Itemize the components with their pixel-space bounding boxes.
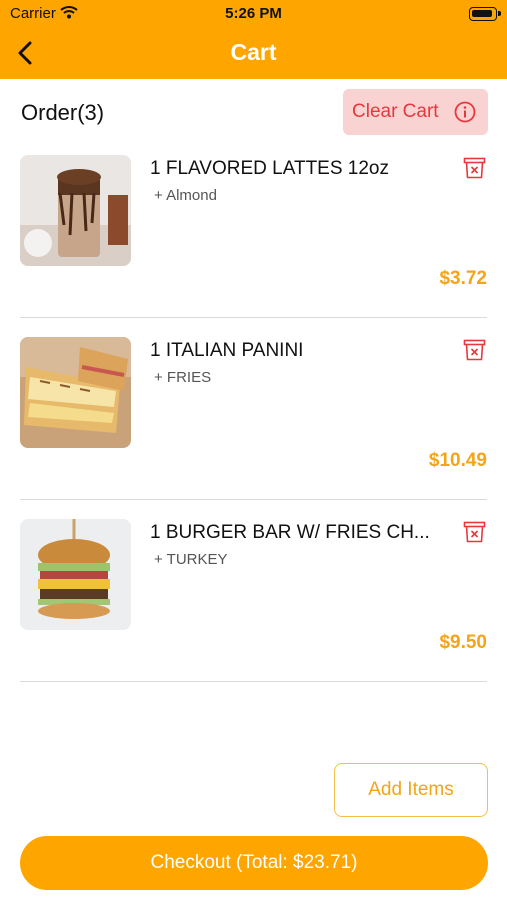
add-items-button[interactable]: Add Items: [334, 763, 488, 817]
delete-icon[interactable]: [463, 339, 486, 361]
item-modifier: + FRIES: [154, 369, 212, 386]
status-time: 5:26 PM: [225, 5, 282, 22]
divider: [20, 681, 487, 682]
checkout-button[interactable]: Checkout (Total: $23.71): [20, 836, 488, 890]
divider: [20, 317, 487, 318]
item-name: 1 FLAVORED LATTES 12oz: [150, 158, 389, 179]
divider: [20, 499, 487, 500]
item-modifier: + Almond: [154, 187, 217, 204]
info-icon: [454, 101, 476, 123]
cart-item: 1 ITALIAN PANINI + FRIES $10.49: [0, 337, 507, 519]
battery-icon: [469, 7, 501, 21]
page-title: Cart: [230, 39, 277, 65]
order-count-heading: Order(3): [21, 100, 105, 125]
item-price: $3.72: [439, 268, 487, 289]
item-price: $9.50: [439, 632, 487, 653]
delete-icon[interactable]: [463, 521, 486, 543]
latte-image: [20, 155, 131, 266]
item-price: $10.49: [428, 450, 487, 471]
cart-item: 1 FLAVORED LATTES 12oz + Almond $3.72: [0, 155, 507, 337]
panini-image: [20, 337, 131, 448]
clear-cart-button[interactable]: Clear Cart: [343, 89, 488, 135]
checkout-label: Checkout (Total: $23.71): [150, 852, 358, 873]
nav-bar: Cart: [0, 28, 507, 79]
status-bar: Carrier 5:26 PM: [0, 0, 507, 28]
item-name: 1 ITALIAN PANINI: [150, 340, 304, 361]
item-modifier: + TURKEY: [154, 551, 228, 568]
delete-icon[interactable]: [463, 157, 486, 179]
clear-cart-label: Clear Cart: [352, 101, 439, 122]
burger-image: [20, 519, 131, 630]
add-items-label: Add Items: [368, 779, 454, 800]
item-name: 1 BURGER BAR W/ FRIES CH...: [150, 522, 430, 543]
cart-item: 1 BURGER BAR W/ FRIES CH... + TURKEY $9.…: [0, 519, 507, 701]
